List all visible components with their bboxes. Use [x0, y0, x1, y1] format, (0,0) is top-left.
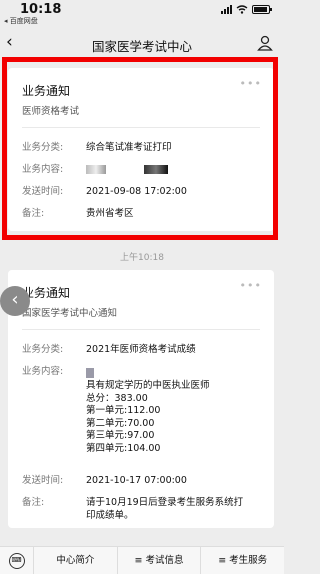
card-title: 业务通知 — [22, 286, 71, 300]
more-icon[interactable]: ••• — [240, 280, 262, 291]
card-subtitle: 国家医学考试中心通知 — [22, 308, 118, 319]
row-label: 业务分类: — [22, 344, 64, 355]
row-value: 2021-10-17 07:00:00 — [86, 475, 187, 486]
menu-candidate-service[interactable]: ≡ 考生服务 — [201, 547, 284, 574]
signal-icon — [221, 5, 232, 14]
info-row: 业务内容: 具有规定学历的中医执业医师 总分：383.00 第一单元:112.0… — [22, 366, 260, 455]
keyboard-toggle-button[interactable]: ⌨ — [0, 546, 34, 574]
info-row: 发送时间: 2021-10-17 07:00:00 — [22, 475, 260, 487]
content-line: 第三单元:97.00 — [86, 430, 155, 441]
info-row: 备注: 请于10月19日后登录考生服务系统打 印成绩单。 — [22, 497, 260, 522]
note-line: 印成绩单。 — [86, 509, 134, 521]
score-content: 具有规定学历的中医执业医师 总分：383.00 第一单元:112.00 第二单元… — [86, 366, 210, 455]
highlight-frame — [2, 57, 278, 240]
content-line: 第四单元:104.00 — [86, 442, 161, 454]
note-line: 请于10月19日后登录考生服务系统打 — [86, 497, 244, 508]
note-content: 请于10月19日后登录考生服务系统打 印成绩单。 — [86, 497, 243, 522]
menu-exam-info[interactable]: ≡ 考试信息 — [118, 546, 202, 574]
content-line: 具有规定学历的中医执业医师 — [86, 380, 210, 391]
battery-icon — [252, 5, 272, 14]
user-icon[interactable] — [256, 34, 274, 52]
back-to-app-link[interactable]: ◂ 百度网盘 — [4, 16, 38, 26]
row-value: 2021年医师资格考试成绩 — [86, 344, 196, 355]
content-line: 总分：383.00 — [86, 392, 148, 404]
swipe-back-button[interactable]: ‹ — [0, 286, 30, 316]
content-line: 第二单元:70.00 — [86, 417, 155, 429]
status-icons — [221, 5, 272, 14]
wifi-icon — [236, 5, 248, 14]
status-bar: 10:18 ◂ 百度网盘 — [0, 0, 284, 28]
notification-card-score[interactable]: 业务通知 国家医学考试中心通知 ••• 业务分类: 2021年医师资格考试成绩 业… — [8, 270, 274, 528]
info-row: 业务分类: 2021年医师资格考试成绩 — [22, 344, 260, 356]
menu-center-intro[interactable]: 中心简介 — [34, 546, 118, 574]
row-label: 备注: — [22, 497, 45, 508]
row-label: 业务内容: — [22, 366, 64, 377]
bottom-menu-bar: ⌨ 中心简介 ≡ 考试信息 ≡ 考生服务 — [0, 546, 284, 574]
keyboard-icon: ⌨ — [8, 552, 25, 569]
nav-bar: ‹ 国家医学考试中心 — [0, 28, 284, 60]
row-label: 发送时间: — [22, 475, 64, 486]
message-timestamp: 上午10:18 — [120, 253, 164, 263]
status-time: 10:18 — [20, 2, 62, 17]
divider — [22, 329, 260, 330]
page-title: 国家医学考试中心 — [91, 39, 192, 54]
content-line: 第一单元:112.00 — [86, 405, 161, 416]
redacted-block — [86, 368, 94, 378]
